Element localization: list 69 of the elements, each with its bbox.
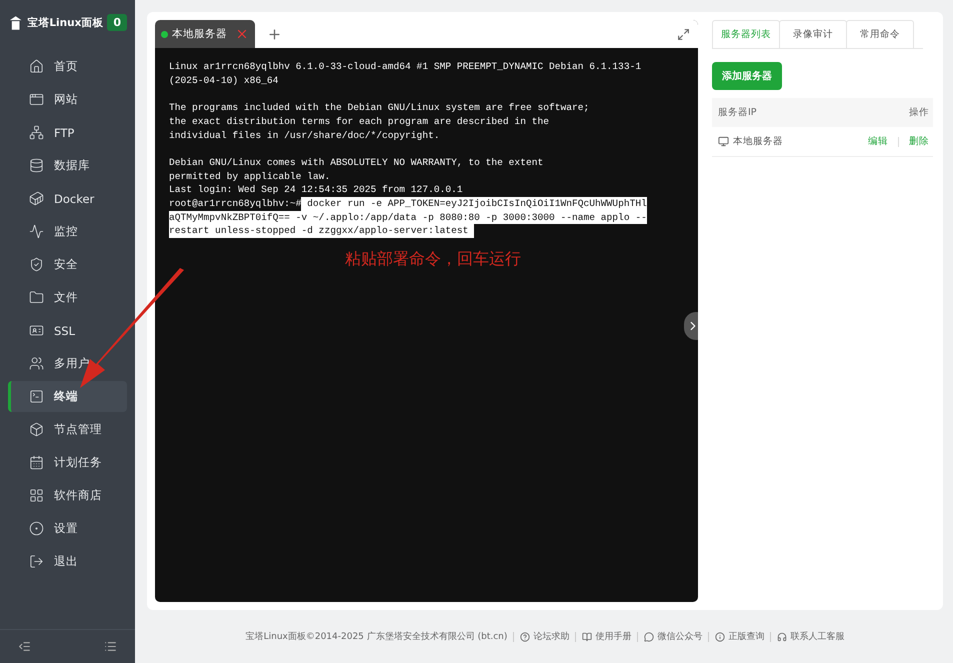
sidebar-item[interactable]: 计划任务 xyxy=(8,447,127,478)
sidebar-item[interactable]: 软件商店 xyxy=(8,480,127,511)
window-icon xyxy=(29,92,44,107)
sidebar-item[interactable]: 退出 xyxy=(8,546,127,577)
monitor-icon xyxy=(718,136,729,147)
terminal-text: Linux ar1rrcn68yqlbhv 6.1.0-33-cloud-amd64 #1 SMP PREEMPT_DYNAMIC Debian 6.1.133-1 xyxy=(169,60,642,74)
list-icon[interactable] xyxy=(104,640,117,653)
footer-link[interactable]: 联系人工客服 xyxy=(777,630,844,643)
database-icon xyxy=(29,158,44,173)
container-icon xyxy=(29,191,44,206)
panel-tab[interactable]: 常用命令 xyxy=(846,20,914,48)
home-icon xyxy=(29,59,44,74)
terminal-text: the exact distribution terms for each program are described in the xyxy=(169,114,549,128)
brand-title: 宝塔Linux面板 xyxy=(27,16,104,30)
column-header: 操作 xyxy=(909,106,929,119)
add-tab-icon[interactable] xyxy=(267,26,282,42)
selected-terminal-text: docker run -e APP_TOKEN=eyJ2IjoibCIsInQiOiI1WnFQcUhWWUphTHl xyxy=(301,197,647,211)
terminal-text: Debian GNU/Linux comes with ABSOLUTELY NO WARRANTY, to the extent xyxy=(169,156,544,170)
activity-icon xyxy=(29,224,44,239)
sidebar-item[interactable]: 网站 xyxy=(8,84,127,115)
copyright-text: 宝塔Linux面板©2014-2025 广东堡塔安全技术有限公司 (bt.cn) xyxy=(246,630,508,643)
sidebar-item[interactable]: 安全 xyxy=(8,249,127,280)
terminal-text: permitted by applicable law. xyxy=(169,170,330,184)
network-icon xyxy=(29,125,44,140)
sidebar-item[interactable]: 文件 xyxy=(8,282,127,313)
terminal-tab[interactable]: 本地服务器 xyxy=(155,20,255,48)
folder-icon xyxy=(29,290,44,305)
footer-link[interactable]: 微信公众号 xyxy=(644,630,702,643)
sidebar-item[interactable]: 设置 xyxy=(8,513,127,544)
sidebar-item[interactable]: FTP xyxy=(8,117,127,148)
sidebar-item[interactable]: 终端 xyxy=(8,381,127,412)
circle-icon xyxy=(29,521,44,536)
sidebar-item[interactable]: Docker xyxy=(8,183,127,214)
table-cell-text: 本地服务器 xyxy=(733,135,784,148)
collapse-icon[interactable] xyxy=(18,640,31,653)
terminal-text: (2025-04-10) x86_64 xyxy=(169,74,278,88)
pagoda-logo-icon xyxy=(8,14,24,30)
footer-link[interactable]: 论坛求助 xyxy=(520,630,570,643)
terminal-icon xyxy=(29,389,44,404)
footer-link[interactable]: 正版查询 xyxy=(715,630,764,643)
sidebar-item[interactable]: 首页 xyxy=(8,51,127,82)
notification-badge[interactable]: 0 xyxy=(107,14,127,31)
id-card-icon xyxy=(29,323,44,338)
sidebar-item[interactable]: 监控 xyxy=(8,216,127,247)
terminal-text: Last login: Wed Sep 24 12:54:35 2025 from 127.0.0.1 xyxy=(169,183,463,197)
headset-icon xyxy=(777,632,788,642)
chat-icon xyxy=(644,632,654,642)
help-icon xyxy=(520,632,530,642)
shield-icon xyxy=(29,257,44,272)
book-icon xyxy=(582,632,592,642)
terminal-text: The programs included with the Debian GNU/Linux system are free software; xyxy=(169,101,590,115)
calendar-icon xyxy=(29,455,44,470)
selected-terminal-text: restart unless-stopped -d zzggxx/applo-server:latest xyxy=(169,224,474,238)
box-icon xyxy=(29,422,44,437)
fullscreen-icon[interactable] xyxy=(677,28,690,40)
sidebar-item[interactable]: SSL xyxy=(8,315,127,346)
sidebar-item[interactable]: 多用户 xyxy=(8,348,127,379)
terminal-text: individual files in /usr/share/doc/*/copyright. xyxy=(169,128,440,142)
selected-terminal-text: aQTMyMmpvNkZBPT0ifQ== -v ~/.applo:/app/data -p 8080:80 -p 3000:3000 --name applo -- xyxy=(169,210,647,224)
annotation-text: 粘贴部署命令，回车运行 xyxy=(345,252,522,266)
terminal-text: root@ar1rrcn68yqlbhv:~# xyxy=(169,197,302,211)
info-icon xyxy=(715,632,726,642)
logout-icon xyxy=(29,554,44,569)
footer-link[interactable]: 使用手册 xyxy=(582,630,632,643)
grid-icon xyxy=(29,488,44,503)
sidebar-item[interactable]: 节点管理 xyxy=(8,414,127,445)
sidebar-item[interactable]: 数据库 xyxy=(8,150,127,181)
column-header: 服务器IP xyxy=(718,106,757,119)
users-icon xyxy=(29,356,44,371)
